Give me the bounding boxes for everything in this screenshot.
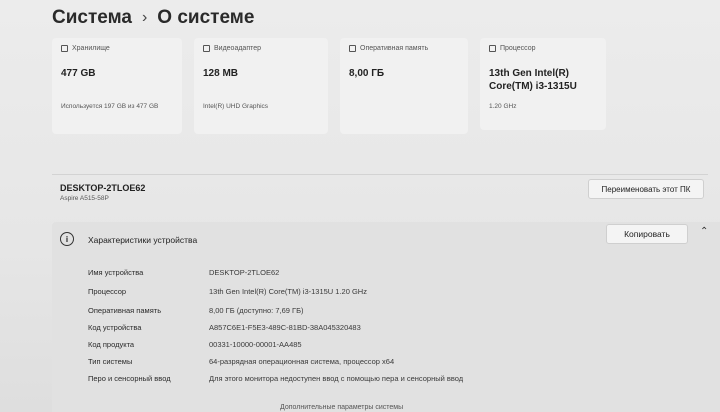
card-cpu-value: 13th Gen Intel(R) Core(TM) i3-1315U [489, 68, 577, 92]
processor-icon [489, 45, 496, 52]
spec-label: Имя устройства [88, 268, 144, 277]
gpu-icon [203, 45, 210, 52]
card-ram-value: 8,00 ГБ [349, 68, 385, 79]
spec-value: Для этого монитора недоступен ввод с пом… [209, 374, 464, 383]
card-gpu-sub: Intel(R) UHD Graphics [203, 103, 269, 110]
card-storage-sub: Используется 197 GB из 477 GB [61, 103, 159, 110]
spec-label: Процессор [88, 287, 127, 296]
chevron-up-icon[interactable]: ⌃ [700, 226, 708, 237]
copy-button[interactable]: Копировать [606, 224, 688, 244]
spec-label: Код продукта [88, 340, 135, 349]
breadcrumb: Система › О системе [52, 4, 254, 32]
breadcrumb-separator-icon: › [141, 9, 148, 26]
rename-pc-button[interactable]: Переименовать этот ПК [588, 179, 704, 199]
spec-value: 8,00 ГБ (доступно: 7,69 ГБ) [209, 306, 304, 315]
card-storage-title: Хранилище [72, 45, 110, 52]
spec-cards: Хранилище 477 GB Используется 197 GB из … [52, 38, 606, 134]
card-gpu-title: Видеоадаптер [214, 45, 262, 52]
card-gpu[interactable]: Видеоадаптер 128 MB Intel(R) UHD Graphic… [194, 38, 328, 134]
device-specs-title: Характеристики устройства [88, 235, 198, 245]
spec-value: A857C6E1-F5E3-489C-81BD-38A045320483 [209, 323, 361, 332]
card-ram-title: Оперативная память [360, 45, 429, 52]
spec-value: 00331-10000-00001-AA485 [209, 340, 302, 349]
info-icon: i [60, 232, 74, 246]
device-model: Aspire A515-58P [60, 195, 109, 202]
device-name-row: DESKTOP-2TLOE62 Aspire A515-58P Переимен… [52, 174, 708, 210]
page-title: О системе [157, 7, 255, 28]
spec-label: Код устройства [88, 323, 142, 332]
spec-label: Перо и сенсорный ввод [88, 374, 171, 383]
spec-label: Тип системы [88, 357, 133, 366]
memory-icon [349, 45, 356, 52]
card-storage-value: 477 GB [61, 68, 96, 79]
device-specs-panel: i Характеристики устройства Копировать ⌃… [52, 222, 720, 412]
advanced-settings-link[interactable]: Дополнительные параметры системы [280, 404, 403, 411]
device-specs-header[interactable]: i Характеристики устройства Копировать ⌃ [52, 222, 720, 258]
spec-label: Оперативная память [88, 306, 162, 315]
card-gpu-value: 128 MB [203, 68, 239, 79]
card-cpu[interactable]: Процессор 13th Gen Intel(R) Core(TM) i3-… [480, 38, 606, 130]
breadcrumb-system[interactable]: Система [52, 7, 132, 29]
storage-icon [61, 45, 68, 52]
spec-value: 64-разрядная операционная система, проце… [209, 357, 395, 366]
card-ram[interactable]: Оперативная память 8,00 ГБ [340, 38, 468, 134]
card-storage[interactable]: Хранилище 477 GB Используется 197 GB из … [52, 38, 182, 134]
card-cpu-title: Процессор [500, 45, 536, 52]
settings-window: Система › О системе Хранилище 477 GB Исп… [0, 0, 720, 412]
card-cpu-sub: 1.20 GHz [489, 103, 517, 110]
device-name: DESKTOP-2TLOE62 [60, 183, 146, 193]
spec-value: DESKTOP-2TLOE62 [209, 268, 280, 277]
spec-value: 13th Gen Intel(R) Core(TM) i3-1315U 1.20… [209, 287, 367, 296]
